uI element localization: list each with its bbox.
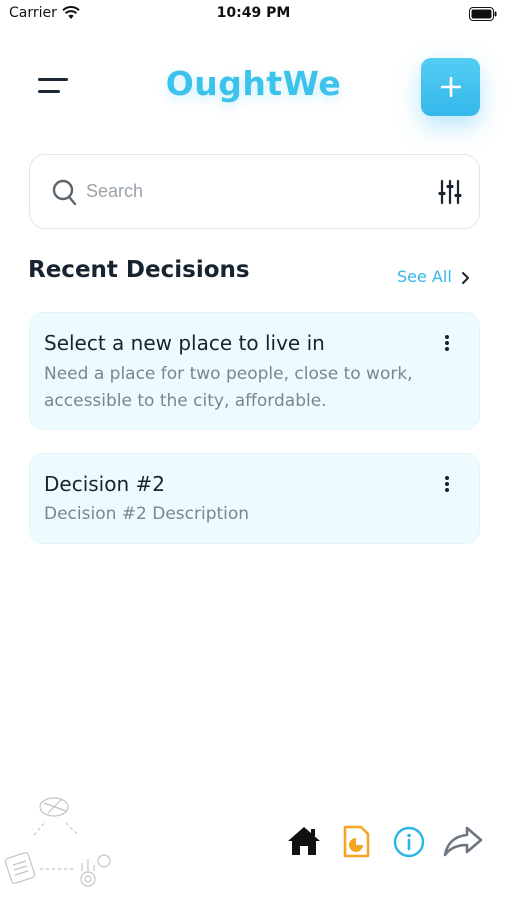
search-icon (52, 179, 78, 211)
see-all-link[interactable]: See All (397, 267, 452, 286)
battery-icon (469, 6, 497, 25)
sliders-icon[interactable] (438, 179, 462, 209)
search-input[interactable] (86, 173, 406, 209)
add-decision-button[interactable] (421, 58, 480, 116)
more-options-icon[interactable] (443, 335, 451, 355)
decision-title: Decision #2 (44, 472, 165, 496)
recent-decisions-heading: Recent Decisions (28, 257, 250, 283)
decision-title: Select a new place to live in (44, 331, 325, 355)
status-bar: Carrier 10:49 PM (0, 0, 507, 30)
decision-description: Need a place for two people, close to wo… (44, 364, 413, 411)
share-icon[interactable] (443, 824, 483, 864)
decision-description: Decision #2 Description (44, 504, 250, 524)
more-options-icon[interactable] (443, 476, 451, 496)
search-bar (29, 154, 480, 229)
decision-cycle-illustration (4, 793, 114, 897)
report-icon[interactable] (340, 824, 380, 864)
decision-card[interactable]: Decision #2 Decision #2 Description (29, 453, 480, 544)
decision-card[interactable]: Select a new place to live in Need a pla… (29, 312, 480, 430)
chevron-right-icon[interactable] (461, 270, 470, 289)
status-time: 10:49 PM (216, 5, 291, 21)
plus-icon (441, 77, 461, 97)
info-icon[interactable] (391, 824, 431, 864)
home-icon[interactable] (286, 824, 326, 864)
